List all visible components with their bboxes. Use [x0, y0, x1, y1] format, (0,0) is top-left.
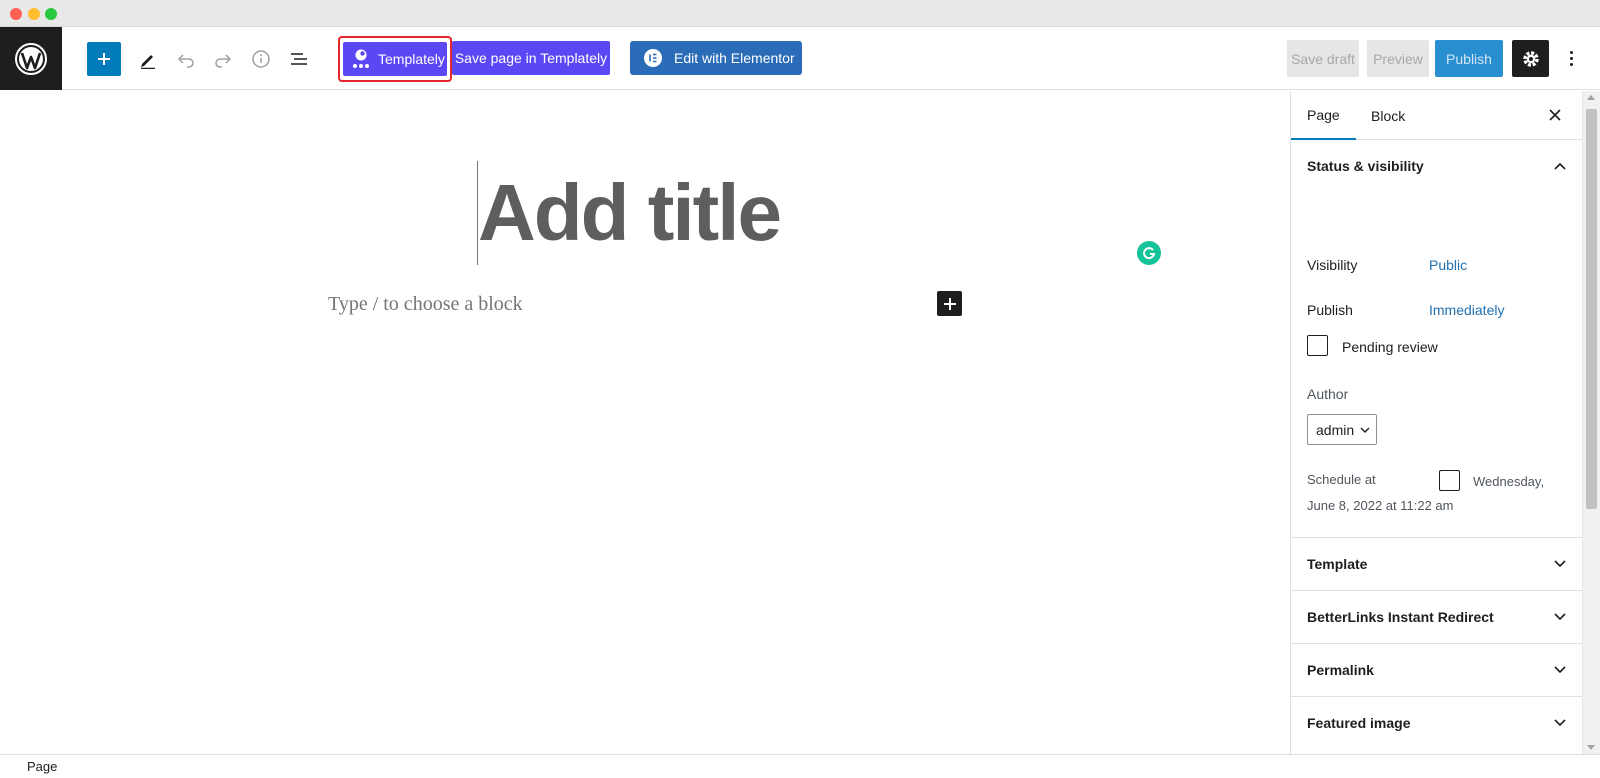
plus-icon	[98, 53, 110, 65]
options-menu-button[interactable]	[1560, 40, 1582, 77]
permalink-panel-toggle[interactable]: Permalink	[1291, 644, 1582, 696]
edit-with-elementor-button[interactable]: Edit with Elementor	[630, 41, 802, 75]
minimize-window-button[interactable]	[28, 8, 40, 20]
wordpress-icon	[15, 42, 47, 75]
scroll-down-icon[interactable]	[1587, 745, 1595, 750]
chevron-down-icon	[1554, 719, 1566, 727]
edit-with-elementor-label: Edit with Elementor	[674, 50, 795, 66]
save-draft-button[interactable]: Save draft	[1287, 40, 1359, 77]
templately-icon	[353, 49, 369, 68]
grammarly-icon	[1143, 247, 1156, 260]
templately-button[interactable]: Templately	[343, 42, 447, 76]
author-select[interactable]: admin	[1307, 414, 1377, 445]
status-visibility-toggle[interactable]: Status & visibility	[1291, 140, 1582, 192]
close-sidebar-button[interactable]	[1546, 106, 1564, 124]
chevron-down-icon	[1360, 427, 1370, 433]
status-visibility-panel: Status & visibility Visibility Public Pu…	[1291, 140, 1582, 538]
chevron-up-icon	[1554, 162, 1566, 170]
publish-date-toggle[interactable]: Immediately	[1429, 302, 1504, 318]
save-page-in-templately-button[interactable]: Save page in Templately	[452, 41, 610, 75]
permalink-panel-title: Permalink	[1307, 662, 1374, 678]
schedule-label: Schedule at	[1307, 472, 1376, 487]
betterlinks-panel: BetterLinks Instant Redirect	[1291, 591, 1582, 644]
featured-image-panel: Featured image	[1291, 697, 1582, 749]
close-window-button[interactable]	[10, 8, 22, 20]
pending-review-label: Pending review	[1342, 339, 1438, 355]
editor-canvas: Add title Type / to choose a block	[0, 91, 1290, 754]
tools-button[interactable]	[131, 42, 165, 76]
template-panel-toggle[interactable]: Template	[1291, 538, 1582, 590]
publish-label: Publish	[1307, 302, 1353, 318]
pencil-icon	[141, 55, 155, 69]
save-page-in-templately-label: Save page in Templately	[454, 50, 608, 66]
breadcrumb-page[interactable]: Page	[27, 759, 57, 774]
close-icon	[1549, 109, 1561, 121]
featured-image-panel-toggle[interactable]: Featured image	[1291, 697, 1582, 749]
list-view-button[interactable]	[282, 42, 316, 76]
permalink-panel: Permalink	[1291, 644, 1582, 697]
add-block-button[interactable]	[87, 42, 121, 76]
betterlinks-panel-toggle[interactable]: BetterLinks Instant Redirect	[1291, 591, 1582, 643]
templately-button-label: Templately	[378, 51, 445, 67]
template-panel: Template	[1291, 538, 1582, 591]
visibility-label: Visibility	[1307, 257, 1358, 273]
schedule-date-line1: Wednesday,	[1473, 474, 1545, 489]
settings-button[interactable]	[1512, 40, 1549, 77]
scroll-thumb[interactable]	[1586, 109, 1597, 509]
maximize-window-button[interactable]	[45, 8, 57, 20]
scroll-up-icon[interactable]	[1587, 95, 1595, 100]
visibility-toggle[interactable]: Public	[1429, 257, 1467, 273]
info-icon	[252, 50, 270, 68]
author-label: Author	[1307, 386, 1349, 402]
undo-button[interactable]	[169, 42, 203, 76]
gear-icon	[1522, 50, 1539, 67]
schedule-checkbox[interactable]	[1439, 470, 1460, 491]
preview-label: Preview	[1373, 50, 1423, 67]
wordpress-logo-button[interactable]	[0, 27, 62, 90]
chevron-down-icon	[1554, 560, 1566, 568]
details-button[interactable]	[244, 42, 278, 76]
settings-sidebar: Page Block Status & visibility Visibilit…	[1290, 91, 1582, 754]
block-placeholder[interactable]: Type / to choose a block	[328, 293, 523, 316]
grammarly-button[interactable]	[1137, 241, 1161, 265]
schedule-date-line2: June 8, 2022 at 11:22 am	[1307, 498, 1454, 513]
chevron-down-icon	[1554, 613, 1566, 621]
more-vertical-icon	[1569, 51, 1573, 54]
redo-icon	[215, 54, 232, 68]
preview-button[interactable]: Preview	[1367, 40, 1429, 77]
template-panel-title: Template	[1307, 556, 1368, 572]
pending-review-checkbox[interactable]	[1307, 335, 1328, 356]
editor-header: Templately Save page in Templately Edit …	[0, 27, 1600, 90]
publish-button[interactable]: Publish	[1435, 40, 1503, 77]
inline-add-block-button[interactable]	[937, 291, 962, 316]
list-view-icon	[291, 53, 307, 65]
templately-highlight: Templately	[338, 36, 452, 82]
sidebar-tabs: Page Block	[1291, 91, 1582, 140]
elementor-icon	[644, 49, 662, 67]
author-selected-value: admin	[1316, 421, 1355, 438]
redo-button[interactable]	[206, 42, 240, 76]
window-titlebar	[0, 0, 1600, 27]
plus-icon	[943, 297, 956, 310]
footer-breadcrumb: Page	[0, 754, 1600, 778]
post-title-input[interactable]: Add title	[478, 167, 782, 259]
featured-image-panel-title: Featured image	[1307, 715, 1411, 731]
save-draft-label: Save draft	[1291, 50, 1355, 67]
chevron-down-icon	[1554, 666, 1566, 674]
tab-page[interactable]: Page	[1291, 91, 1356, 140]
sidebar-scrollbar[interactable]	[1582, 91, 1600, 754]
status-visibility-title: Status & visibility	[1307, 158, 1424, 174]
publish-label: Publish	[1446, 50, 1492, 67]
tab-block[interactable]: Block	[1355, 91, 1421, 140]
undo-icon	[177, 54, 194, 68]
betterlinks-panel-title: BetterLinks Instant Redirect	[1307, 609, 1494, 625]
